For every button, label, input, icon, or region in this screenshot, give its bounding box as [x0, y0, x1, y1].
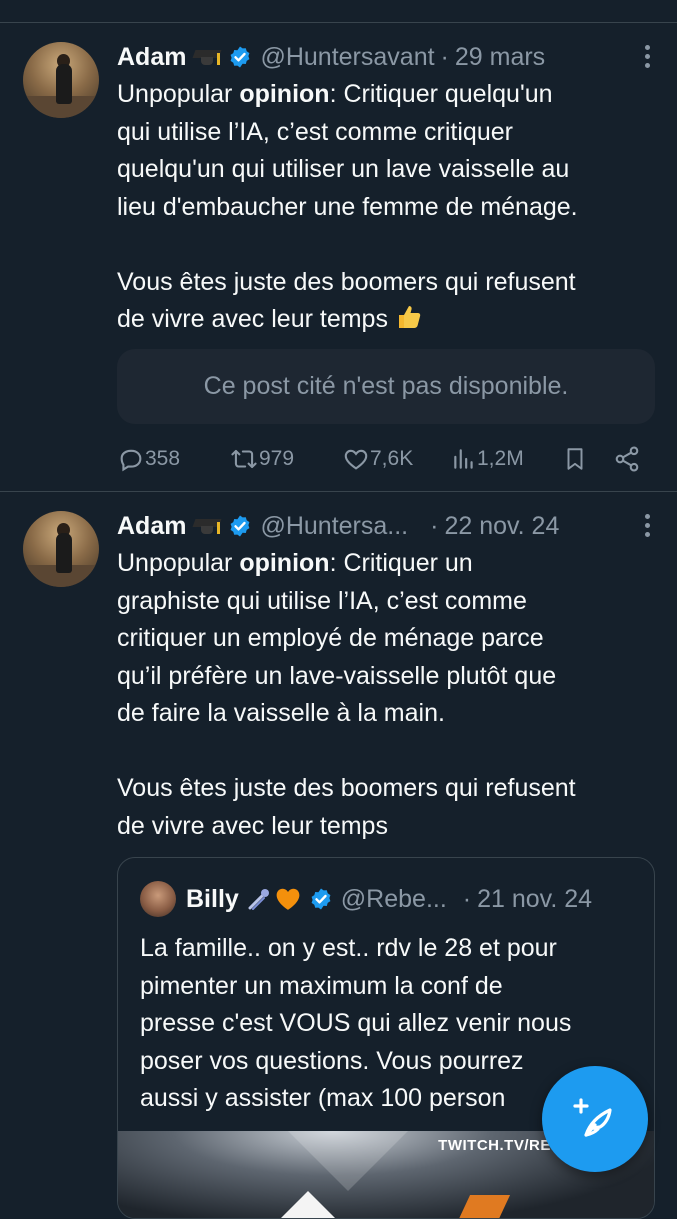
post-header: Adam @Huntersa... · 22 nov. 24: [117, 509, 559, 543]
comet-icon: [248, 889, 269, 910]
verified-badge-icon: [231, 515, 250, 537]
verified-badge-icon: [231, 46, 250, 68]
text-line: de faire la vaisselle à la main.: [117, 699, 445, 727]
views-count: 1,2M: [477, 447, 524, 470]
author-name[interactable]: Adam: [117, 43, 186, 72]
reply-button[interactable]: 358: [117, 445, 180, 473]
bookmark-button[interactable]: [562, 445, 588, 473]
text-line: pimenter un maximum la conf de: [140, 971, 503, 1000]
quoted-avatar[interactable]: [140, 881, 176, 917]
post-header: Adam @Huntersavant · 29 mars: [117, 40, 545, 74]
text-line: qu’il préfère un lave-vaisselle plutôt q…: [117, 661, 557, 690]
orange-heart-icon: [276, 888, 300, 910]
divider: [0, 22, 677, 23]
avatar[interactable]: [23, 42, 99, 118]
post-date[interactable]: 22 nov. 24: [444, 512, 559, 541]
repost-count: 979: [259, 447, 295, 470]
text-line: [117, 226, 657, 264]
text-line: presse c'est VOUS qui allez venir nous: [140, 1009, 572, 1037]
like-count: 7,6K: [370, 447, 414, 470]
views-chart-icon: [454, 449, 473, 469]
bold-word: opinion: [239, 80, 330, 108]
divider: [0, 491, 677, 492]
compose-post-button[interactable]: [542, 1066, 648, 1172]
graduation-cap-icon: [193, 47, 222, 67]
text-line: [117, 733, 657, 771]
compose-post-icon: [573, 1098, 612, 1137]
thumbs-up-icon: [398, 306, 421, 328]
avatar[interactable]: [23, 511, 99, 587]
verified-badge-icon: [311, 888, 331, 910]
previous-post-actions-strip: [0, 0, 677, 22]
share-button[interactable]: [613, 445, 641, 473]
text-line: qui utilise l’IA, c’est comme critiquer: [117, 117, 513, 146]
share-icon: [615, 446, 639, 472]
bold-word: opinion: [239, 549, 330, 577]
more-options-icon[interactable]: [643, 514, 651, 537]
reply-count: 358: [145, 447, 181, 470]
post-text: Unpopular opinion: Critiquer un graphist…: [117, 545, 657, 845]
text-line: de vivre avec leur temps: [117, 811, 388, 840]
separator-dot: ·: [430, 511, 439, 540]
post-actions: 358 979 7,6K 1,2M: [117, 442, 647, 476]
text-line: Vous êtes juste des boomers qui refusent: [117, 267, 576, 296]
text-line: La famille.. on y est.. rdv le 28 et pou…: [140, 934, 557, 962]
author-handle[interactable]: @Huntersa...: [260, 512, 408, 541]
text-line: quelqu'un qui utiliser un lave vaisselle…: [117, 155, 570, 183]
quoted-post-header: Billy @Rebe... · 21 nov. 24: [140, 881, 593, 917]
repost-button[interactable]: 979: [229, 445, 294, 473]
bookmark-icon: [567, 448, 583, 470]
separator-dot: ·: [462, 884, 472, 913]
graduation-cap-icon: [193, 516, 222, 536]
author-handle[interactable]: @Huntersavant: [260, 43, 434, 72]
reply-icon: [120, 449, 142, 472]
post-text: Unpopular opinion: Critiquer quelqu'un q…: [117, 76, 657, 339]
text-line: graphiste qui utilise l’IA, c’est comme: [117, 586, 527, 615]
more-options-icon[interactable]: [643, 45, 651, 68]
repost-icon: [231, 449, 257, 469]
text-line: critiquer un employé de ménage parce: [117, 624, 544, 652]
quoted-post-unavailable[interactable]: Ce post cité n'est pas disponible.: [117, 349, 655, 424]
quoted-post-date: 21 nov. 24: [477, 884, 593, 913]
text-line: Unpopular opinion: Critiquer un: [117, 549, 473, 577]
quoted-author-name: Billy: [186, 884, 239, 913]
text-line: Vous êtes juste des boomers qui refusent: [117, 774, 576, 802]
heart-icon: [344, 449, 368, 470]
quoted-author-handle: @Rebe...: [340, 884, 447, 913]
like-button[interactable]: 7,6K: [342, 445, 413, 473]
text-line: Unpopular opinion: Critiquer quelqu'un: [117, 80, 553, 108]
views-button[interactable]: 1,2M: [451, 445, 524, 473]
text-line: de vivre avec leur temps: [117, 301, 657, 339]
text-line: lieu d'embaucher une femme de ménage.: [117, 192, 578, 221]
author-name[interactable]: Adam: [117, 512, 186, 541]
post-date[interactable]: 29 mars: [455, 43, 545, 72]
separator-dot: ·: [440, 42, 449, 71]
